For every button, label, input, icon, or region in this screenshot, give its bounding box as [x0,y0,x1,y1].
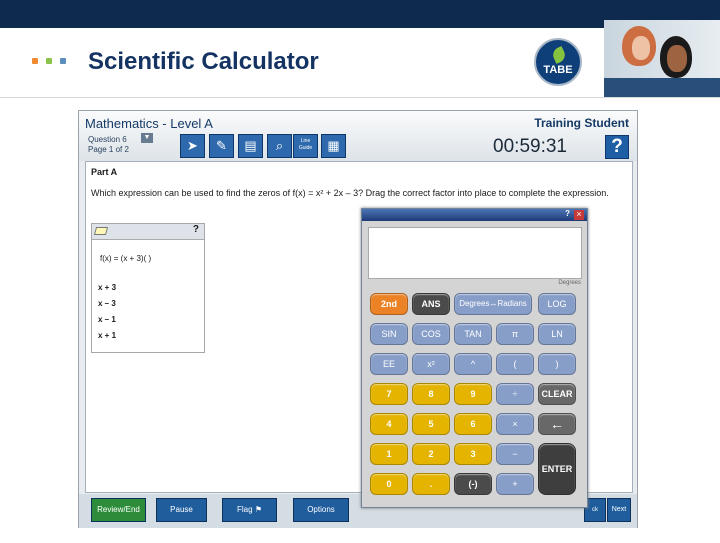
calculator-icon: ▦ [327,138,340,153]
face-icon [667,45,687,72]
second-function-key[interactable]: 2nd [370,293,408,315]
pause-button[interactable]: Pause [156,498,207,522]
drag-panel-header: ? [92,224,204,240]
equation: f(x) = (x + 3)( ) [100,254,152,263]
subject-title: Mathematics - Level A [85,116,213,131]
students-photo [604,20,720,98]
digit-eight-key[interactable]: 8 [412,383,450,405]
timer: 00:59:31 [493,136,567,157]
options-button[interactable]: Options [293,498,349,522]
green-dot [46,58,52,64]
drag-panel: ? f(x) = (x + 3)( ) x + 3 x – 3 x – 1 x … [91,223,205,353]
arrow-pointer-icon: ➤ [187,138,198,153]
digit-zero-key[interactable]: 0 [370,473,408,495]
magnifier-tool-button[interactable]: ⌕ [267,134,292,158]
left-parenthesis-key[interactable]: ( [496,353,534,375]
pencil-tool-button[interactable]: ✎ [209,134,234,158]
drag-panel-help-button[interactable]: ? [193,224,199,235]
ee-key[interactable]: EE [370,353,408,375]
question-number: Question 6 [88,135,127,144]
cos-key[interactable]: COS [412,323,450,345]
question-info: Question 6 Page 1 of 2 [88,135,129,155]
factor-option[interactable]: x – 3 [98,296,116,312]
factor-option[interactable]: x + 3 [98,280,116,296]
add-key[interactable]: + [496,473,534,495]
orange-dot [32,58,38,64]
flag-icon: ⚑ [254,505,262,514]
factor-list: x + 3 x – 3 x – 1 x + 1 [98,280,116,344]
digit-six-key[interactable]: 6 [454,413,492,435]
digit-five-key[interactable]: 5 [412,413,450,435]
calculator-display [368,227,582,279]
enter-key[interactable]: ENTER [538,443,576,495]
next-button[interactable]: Next [607,498,631,522]
question-prompt: Which expression can be used to find the… [91,188,609,198]
calculator-tool-button[interactable]: ▦ [321,134,346,158]
photo-shirt [604,78,720,98]
digit-seven-key[interactable]: 7 [370,383,408,405]
test-header: Mathematics - Level A Training Student Q… [79,111,637,161]
backspace-key[interactable]: ← [538,413,576,435]
scientific-calculator: ? × Degrees 2nd ANS Degrees↔Radians LOG … [361,208,588,508]
face-icon [632,36,650,60]
review-end-test-button[interactable]: Review/End Test [91,498,146,536]
pencil-icon: ✎ [216,138,227,153]
eraser-icon [93,227,109,235]
calculator-close-button[interactable]: × [574,210,584,220]
notepad-icon: ▤ [244,138,257,153]
blue-dot [60,58,66,64]
digit-nine-key[interactable]: 9 [454,383,492,405]
decimal-key[interactable]: . [412,473,450,495]
digit-three-key[interactable]: 3 [454,443,492,465]
clear-key[interactable]: CLEAR [538,383,576,405]
power-key[interactable]: ^ [454,353,492,375]
factor-option[interactable]: x + 1 [98,328,116,344]
multiply-key[interactable]: × [496,413,534,435]
pointer-tool-button[interactable]: ➤ [180,134,205,158]
answer-key[interactable]: ANS [412,293,450,315]
page-number: Page 1 of 2 [88,145,129,154]
square-key[interactable]: x² [412,353,450,375]
sin-key[interactable]: SIN [370,323,408,345]
line-guide-button[interactable]: Line Guide [293,134,318,158]
digit-one-key[interactable]: 1 [370,443,408,465]
help-button[interactable]: ? [605,135,629,159]
header-divider [0,97,720,98]
tan-key[interactable]: TAN [454,323,492,345]
student-photo-figure [660,36,692,78]
log-key[interactable]: LOG [538,293,576,315]
calculator-titlebar[interactable]: ? × [362,209,587,221]
subtract-key[interactable]: − [496,443,534,465]
calculator-help-button[interactable]: ? [565,209,570,218]
part-label: Part A [91,167,118,177]
question-dropdown[interactable]: ▼ [141,133,153,143]
negative-key[interactable]: (-) [454,473,492,495]
right-parenthesis-key[interactable]: ) [538,353,576,375]
tabe-logo: TABE [534,38,582,86]
angle-mode: Degrees [558,280,581,286]
slide-title: Scientific Calculator [88,48,319,75]
student-name: Training Student [534,116,629,130]
ln-key[interactable]: LN [538,323,576,345]
magnifier-icon: ⌕ [275,138,284,153]
flag-label: Flag [237,505,253,514]
logo-text: TABE [543,64,573,76]
divide-key[interactable]: ÷ [496,383,534,405]
accent-dots [32,58,66,64]
leaf-icon [550,46,568,64]
pi-key[interactable]: π [496,323,534,345]
degrees-radians-key[interactable]: Degrees↔Radians [454,293,532,315]
digit-four-key[interactable]: 4 [370,413,408,435]
notepad-tool-button[interactable]: ▤ [238,134,263,158]
digit-two-key[interactable]: 2 [412,443,450,465]
flag-button[interactable]: Flag ⚑ [222,498,277,522]
student-photo-figure [622,26,656,66]
factor-option[interactable]: x – 1 [98,312,116,328]
